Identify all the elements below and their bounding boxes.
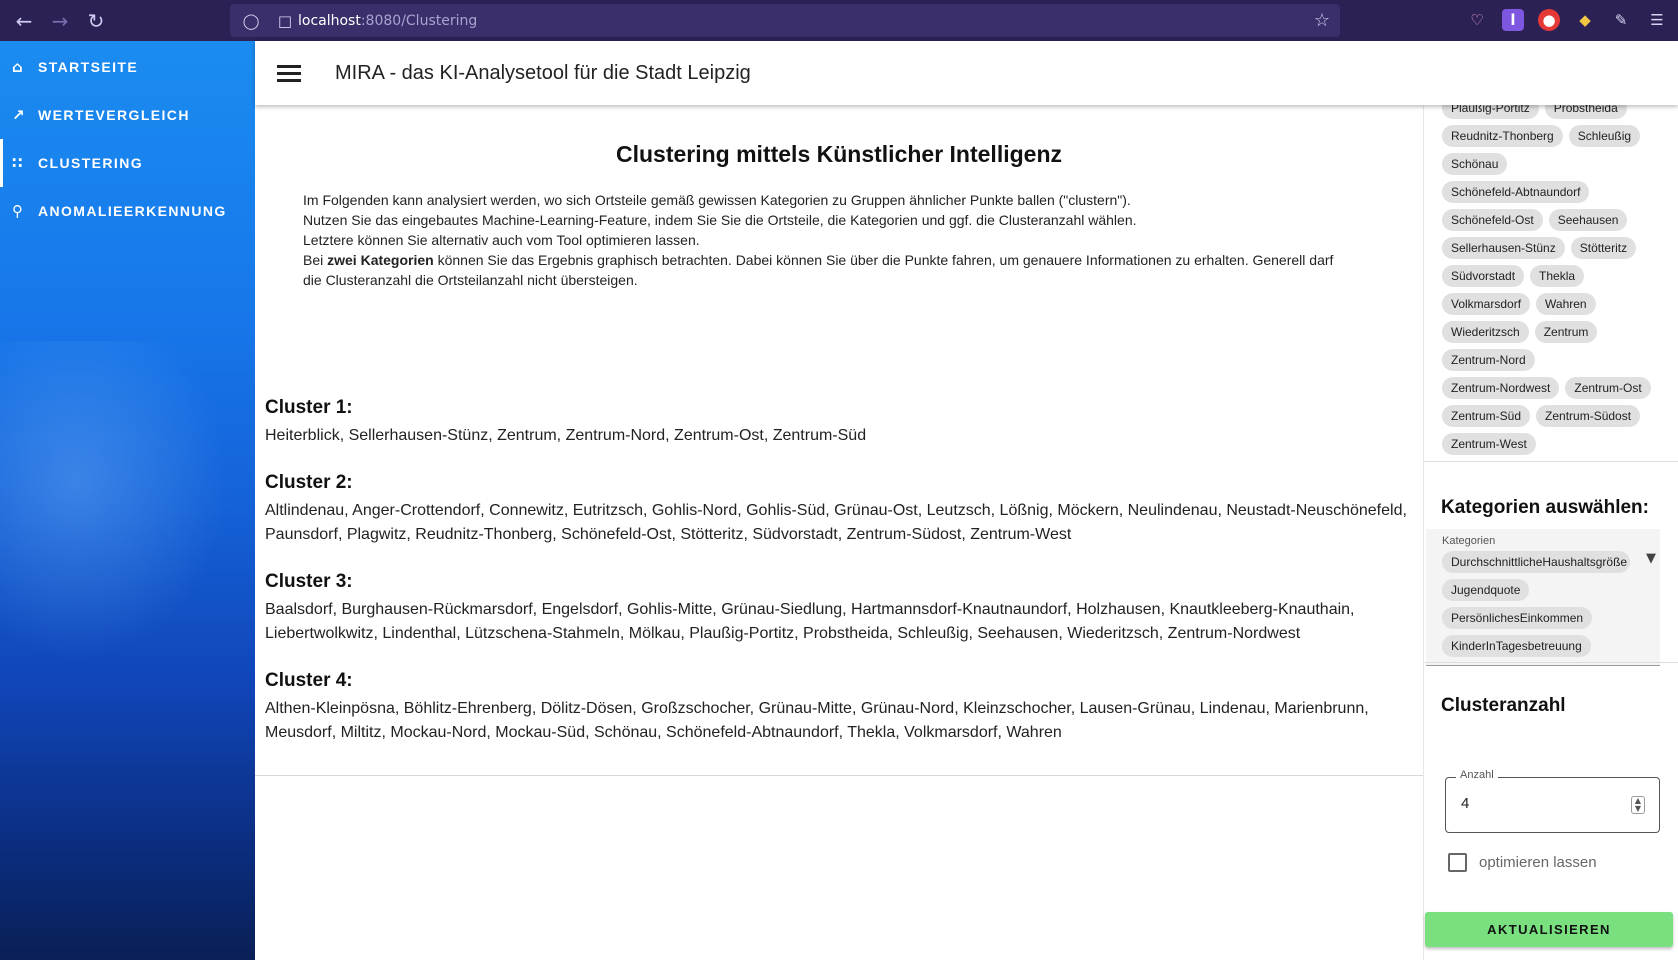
cluster-members: Altlindenau, Anger-Crottendorf, Connewit… (265, 502, 1407, 543)
anzahl-value[interactable]: 4 (1461, 795, 1469, 812)
extension-red-icon[interactable]: ● (1538, 9, 1560, 31)
sidebar-item-label: STARTSEITE (38, 59, 139, 75)
hamburger-menu-icon[interactable] (277, 61, 301, 86)
cluster-results: Cluster 1: Heiterblick, Sellerhausen-Stü… (265, 397, 1415, 769)
chip[interactable]: Wiederitzsch (1442, 321, 1529, 343)
intro-line-4-post: können Sie das Ergebnis graphisch betrac… (303, 252, 1334, 288)
sidebar: ⌂ STARTSEITE ↗ WERTEVERGLEICH ∷ CLUSTERI… (0, 41, 255, 960)
optimize-checkbox-row[interactable]: optimieren lassen (1448, 853, 1597, 872)
clusteranzahl-heading: Clusteranzahl (1441, 695, 1566, 716)
intro-bold: zwei Kategorien (327, 252, 434, 268)
chip[interactable]: Stötteritz (1570, 237, 1637, 259)
chip[interactable]: Jugendquote (1442, 579, 1530, 601)
chip[interactable]: Zentrum-Nord (1442, 349, 1535, 371)
chip[interactable]: PersönlichesEinkommen (1442, 607, 1593, 629)
anzahl-label: Anzahl (1456, 769, 1498, 781)
intro-text: Im Folgenden kann analysiert werden, wo … (303, 190, 1343, 290)
cluster-title: Cluster 3: (265, 571, 353, 592)
search-icon: ⚲ (12, 202, 25, 220)
url-host: localhost (298, 12, 361, 29)
chip[interactable]: Zentrum-Ost (1565, 377, 1651, 399)
extensions-puzzle-icon[interactable]: ✎ (1610, 9, 1632, 31)
chip[interactable]: Zentrum-West (1442, 433, 1536, 455)
forward-icon[interactable]: → (42, 9, 78, 33)
anzahl-input[interactable]: Anzahl 4 ▲ ▼ (1445, 769, 1660, 833)
sidebar-item-label: WERTEVERGLEICH (38, 107, 190, 123)
sidebar-item-anomalieerkennung[interactable]: ⚲ ANOMALIEERKENNUNG (0, 187, 255, 235)
chip[interactable]: Südvorstadt (1442, 265, 1525, 287)
chip[interactable]: Schleußig (1568, 125, 1641, 147)
chip[interactable]: Schönau (1442, 153, 1508, 175)
kategorien-heading: Kategorien auswählen: (1441, 497, 1649, 518)
sidebar-item-startseite[interactable]: ⌂ STARTSEITE (0, 43, 255, 91)
sidebar-item-label: CLUSTERING (38, 155, 143, 171)
cluster-members: Althen-Kleinpösna, Böhlitz-Ehrenberg, Dö… (265, 700, 1369, 741)
cluster-title: Cluster 4: (265, 670, 353, 691)
intro-line-4-pre: Bei (303, 252, 328, 268)
cluster-title: Cluster 2: (265, 472, 353, 493)
chip[interactable]: Seehausen (1548, 209, 1628, 231)
optimize-checkbox[interactable] (1448, 853, 1467, 872)
chip[interactable]: Zentrum-Nordwest (1442, 377, 1560, 399)
scatter-icon: ∷ (12, 154, 24, 172)
menu-icon[interactable]: ☰ (1646, 9, 1668, 31)
intro-line-1: Im Folgenden kann analysiert werden, wo … (303, 192, 1131, 208)
kategorien-select[interactable]: Kategorien ▼ DurchschnittlicheHaushaltsg… (1426, 529, 1660, 666)
main-content: Clustering mittels Künstlicher Intellige… (255, 105, 1423, 776)
extension-color-icon[interactable]: ◆ (1574, 9, 1596, 31)
sidebar-item-wertevergleich[interactable]: ↗ WERTEVERGLEICH (0, 91, 255, 139)
chip[interactable]: DurchschnittlicheHaushaltsgröße (1442, 551, 1630, 573)
extension-icons: ♡ l ● ◆ ✎ ☰ (1466, 9, 1668, 31)
app-title: MIRA - das KI-Analysetool für die Stadt … (335, 61, 751, 84)
url-path: :8080/Clustering (360, 12, 478, 29)
chart-icon: ↗ (12, 106, 26, 124)
reload-icon[interactable]: ↻ (78, 9, 114, 33)
ortsteile-chip-list: Plaußig-Portitz Probstheida Reudnitz-Thonb… (1424, 97, 1678, 455)
page-title: Clustering mittels Künstlicher Intellige… (615, 141, 1062, 167)
chip[interactable]: Zentrum-Südost (1536, 405, 1641, 427)
app-bar: MIRA - das KI-Analysetool für die Stadt … (255, 41, 1678, 105)
bookmark-star-icon[interactable]: ☆ (1314, 10, 1330, 31)
chip[interactable]: Schönefeld-Ost (1442, 209, 1543, 231)
chip[interactable]: Volkmarsdorf (1442, 293, 1531, 315)
chip[interactable]: Wahren (1536, 293, 1596, 315)
intro-line-3: Letztere können Sie alternativ auch vom … (303, 232, 700, 248)
optimize-label: optimieren lassen (1479, 854, 1597, 871)
intro-line-2: Nutzen Sie das eingebautes Machine-Learn… (303, 212, 1137, 228)
browser-toolbar: ← → ↻ ◯ □ localhost:8080/Clustering ☆ ♡ … (0, 0, 1678, 41)
back-icon[interactable]: ← (6, 9, 42, 33)
kategorien-label: Kategorien (1442, 535, 1496, 547)
chip[interactable]: Reudnitz-Thonberg (1442, 125, 1563, 147)
kategorien-chip-list: DurchschnittlicheHaushaltsgröße Jugendquo… (1426, 551, 1660, 657)
address-bar[interactable]: ◯ □ localhost:8080/Clustering ☆ (230, 4, 1340, 37)
settings-panel: Plaußig-Portitz Probstheida Reudnitz-Thonb… (1423, 97, 1678, 960)
update-button[interactable]: AKTUALISIEREN (1425, 912, 1673, 947)
chip[interactable]: Sellerhausen-Stünz (1442, 237, 1565, 259)
sidebar-item-clustering[interactable]: ∷ CLUSTERING (0, 139, 255, 187)
cluster-members: Baalsdorf, Burghausen-Rückmarsdorf, Enge… (265, 601, 1355, 642)
spinner-arrows-icon[interactable]: ▲ ▼ (1631, 796, 1645, 814)
extension-l-icon[interactable]: l (1502, 9, 1524, 31)
shield-icon[interactable]: ◯ (238, 12, 264, 30)
chip[interactable]: KinderInTagesbetreuung (1442, 635, 1591, 657)
chip[interactable]: Zentrum (1534, 321, 1598, 343)
cluster-members: Heiterblick, Sellerhausen-Stünz, Zentrum… (265, 427, 867, 444)
cluster-title: Cluster 1: (265, 397, 353, 418)
home-icon: ⌂ (12, 58, 25, 76)
chip[interactable]: Thekla (1530, 265, 1585, 287)
sidebar-item-label: ANOMALIEERKENNUNG (38, 203, 227, 219)
intro-line-4: Bei zwei Kategorien können Sie das Ergeb… (303, 250, 1343, 290)
chip[interactable]: Zentrum-Süd (1442, 405, 1531, 427)
divider (1424, 662, 1678, 663)
chip[interactable]: Schönefeld-Abtnaundorf (1442, 181, 1590, 203)
chevron-down-icon[interactable]: ▼ (1646, 551, 1656, 566)
divider (1424, 461, 1678, 462)
pocket-icon[interactable]: ♡ (1466, 9, 1488, 31)
page-icon: □ (277, 11, 293, 30)
